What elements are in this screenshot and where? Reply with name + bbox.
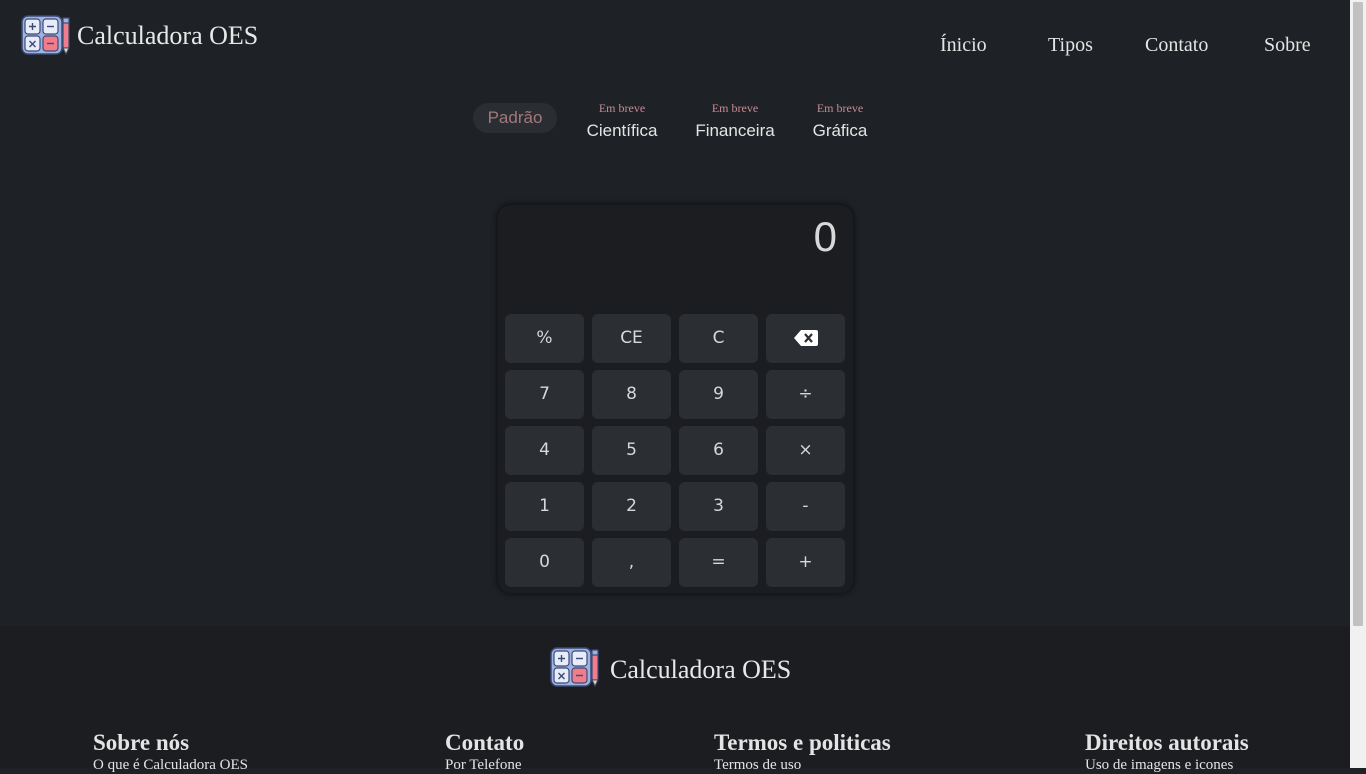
coming-soon-label: Em breve [711,101,759,115]
nav-item-tipos[interactable]: Tipos [1048,34,1093,57]
footer-column-termos: Termos e politicas Termos de uso [714,730,891,774]
footer-brand-name: Calculadora OES [610,655,792,684]
multiply-key[interactable]: × [766,426,845,475]
footer-column-title: Direitos autorais [1085,730,1249,755]
equals-key[interactable]: = [679,538,758,587]
footer-link[interactable]: Por Telefone [445,756,524,774]
clear-entry-key[interactable]: CE [592,314,671,363]
add-key[interactable]: + [766,538,845,587]
footer-column-sobre: Sobre nós O que é Calculadora OES [93,730,248,774]
nav-item-sobre[interactable]: Sobre [1264,34,1311,57]
tab-label: Científica [586,121,658,140]
digit-9-key[interactable]: 9 [679,370,758,419]
site-footer: Calculadora OES Sobre nós O que é Calcul… [0,626,1350,773]
clear-key[interactable]: C [679,314,758,363]
calculator: 0 % CE C 7 8 9 ÷ 4 5 6 × 1 2 3 - 0 , = + [497,204,854,594]
subtract-key[interactable]: - [766,482,845,531]
digit-4-key[interactable]: 4 [505,426,584,475]
calculator-logo-icon [550,646,600,688]
footer-column-title: Termos e politicas [714,730,891,755]
nav-item-contato[interactable]: Contato [1145,34,1208,57]
digit-7-key[interactable]: 7 [505,370,584,419]
backspace-icon [793,330,818,346]
footer-brand: Calculadora OES [550,646,791,688]
tab-financeira[interactable]: Em breve Financeira [694,100,776,146]
divide-key[interactable]: ÷ [766,370,845,419]
calculator-type-tabs: Padrão Em breve Científica Em breve Fina… [0,100,1350,150]
percent-key[interactable]: % [505,314,584,363]
footer-column-title: Contato [445,730,525,755]
backspace-key[interactable] [766,314,845,363]
digit-2-key[interactable]: 2 [592,482,671,531]
decimal-key[interactable]: , [592,538,671,587]
brand-name: Calculadora OES [77,21,259,50]
calculator-display: 0 [813,213,837,260]
digit-6-key[interactable]: 6 [679,426,758,475]
tab-cientifica[interactable]: Em breve Científica [586,100,658,146]
footer-column-direitos: Direitos autorais Uso de imagens e icone… [1085,730,1249,774]
tab-padrao[interactable]: Padrão [473,103,557,133]
coming-soon-label: Em breve [816,101,864,115]
tab-label: Financeira [695,121,775,140]
digit-5-key[interactable]: 5 [592,426,671,475]
digit-1-key[interactable]: 1 [505,482,584,531]
digit-0-key[interactable]: 0 [505,538,584,587]
brand-link[interactable]: Calculadora OES [21,14,258,56]
footer-link[interactable]: Uso de imagens e icones [1085,756,1249,774]
footer-link[interactable]: O que é Calculadora OES [93,756,248,774]
calculator-logo-icon [21,14,71,56]
footer-link[interactable]: Termos de uso [714,756,891,774]
tab-grafica[interactable]: Em breve Gráfica [810,100,870,146]
page-scrollbar[interactable] [1350,0,1366,768]
digit-8-key[interactable]: 8 [592,370,671,419]
coming-soon-label: Em breve [598,101,646,115]
digit-3-key[interactable]: 3 [679,482,758,531]
footer-column-title: Sobre nós [93,730,190,755]
site-header: Calculadora OES Ínicio Tipos Contato Sob… [0,0,1350,90]
tab-label: Gráfica [812,121,868,140]
footer-column-contato: Contato Por Telefone [445,730,524,774]
nav-item-inicio[interactable]: Ínicio [940,34,987,57]
scrollbar-thumb[interactable] [1353,2,1363,626]
